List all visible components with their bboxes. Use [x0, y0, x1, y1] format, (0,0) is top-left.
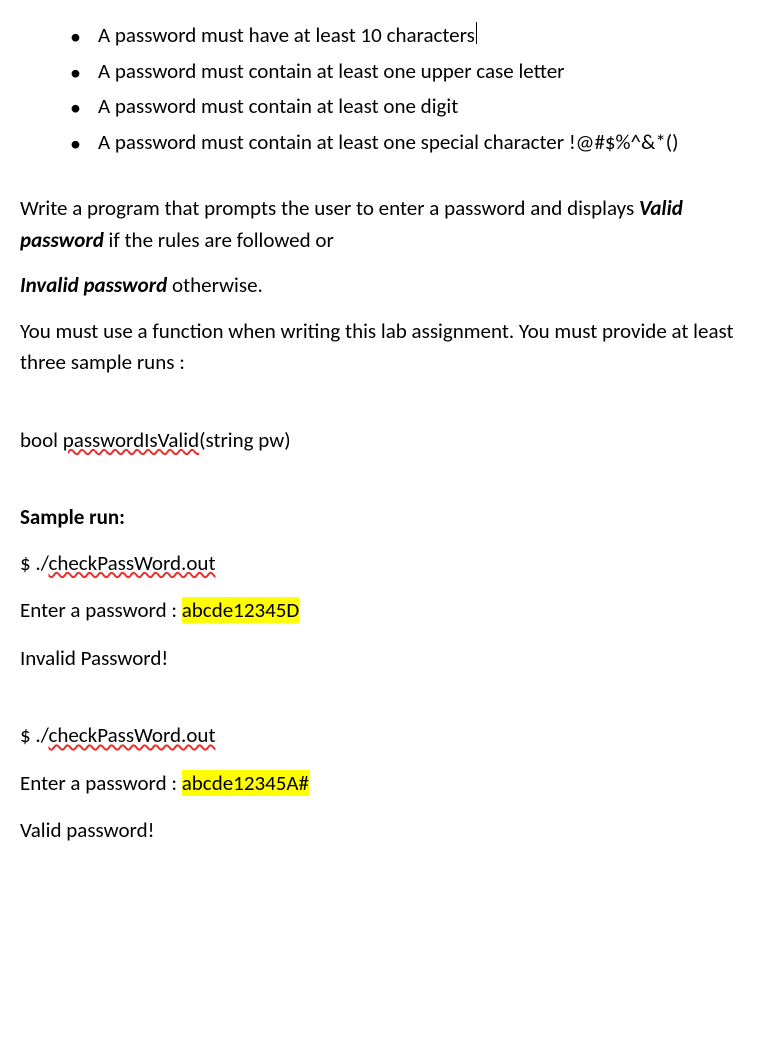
sample-run-header: Sample run:	[20, 502, 758, 534]
shell-prompt: $ ./	[20, 722, 48, 748]
terminal-input-line: Enter a password : abcde12345D	[20, 595, 758, 627]
prompt-text: Enter a password :	[20, 597, 182, 623]
instruction-paragraph: Write a program that prompts the user to…	[20, 193, 758, 256]
function-signature: bool passwordIsValid(string pw)	[20, 425, 758, 457]
terminal-input-line: Enter a password : abcde12345A#	[20, 768, 758, 800]
function-name: passwordIsValid	[63, 427, 199, 453]
invalid-password-label: Invalid password	[20, 272, 167, 298]
rule-text: A password must have at least 10 charact…	[98, 22, 475, 48]
terminal-command-line: $ ./checkPassWord.out	[20, 720, 758, 752]
list-item: A password must contain at least one spe…	[80, 127, 758, 159]
list-item: A password must contain at least one dig…	[80, 91, 758, 123]
password-rules-list: A password must have at least 10 charact…	[80, 20, 758, 158]
text-cursor-icon	[476, 22, 477, 44]
rule-text: A password must contain at least one spe…	[98, 129, 679, 155]
text: You must use a function when writing thi…	[20, 318, 734, 376]
executable-name: checkPassWord.out	[48, 722, 215, 748]
bool-keyword: bool	[20, 427, 63, 453]
terminal-result-line: Invalid Password!	[20, 643, 758, 675]
prompt-text: Enter a password :	[20, 770, 182, 796]
rule-text: A password must contain at least one dig…	[98, 93, 458, 119]
requirement-paragraph: You must use a function when writing thi…	[20, 316, 758, 379]
text: Write a program that prompts the user to…	[20, 195, 639, 221]
shell-prompt: $ ./	[20, 550, 48, 576]
text: otherwise.	[167, 272, 263, 298]
text: if the rules are followed or	[104, 227, 334, 253]
rule-text: A password must contain at least one upp…	[98, 58, 565, 84]
function-args: (string pw)	[199, 427, 291, 453]
instruction-paragraph: Invalid password otherwise.	[20, 270, 758, 302]
terminal-command-line: $ ./checkPassWord.out	[20, 548, 758, 580]
list-item: A password must have at least 10 charact…	[80, 20, 758, 52]
terminal-result-line: Valid password!	[20, 815, 758, 847]
user-input-highlight: abcde12345D	[182, 597, 300, 623]
executable-name: checkPassWord.out	[48, 550, 215, 576]
user-input-highlight: abcde12345A#	[182, 770, 309, 796]
list-item: A password must contain at least one upp…	[80, 56, 758, 88]
